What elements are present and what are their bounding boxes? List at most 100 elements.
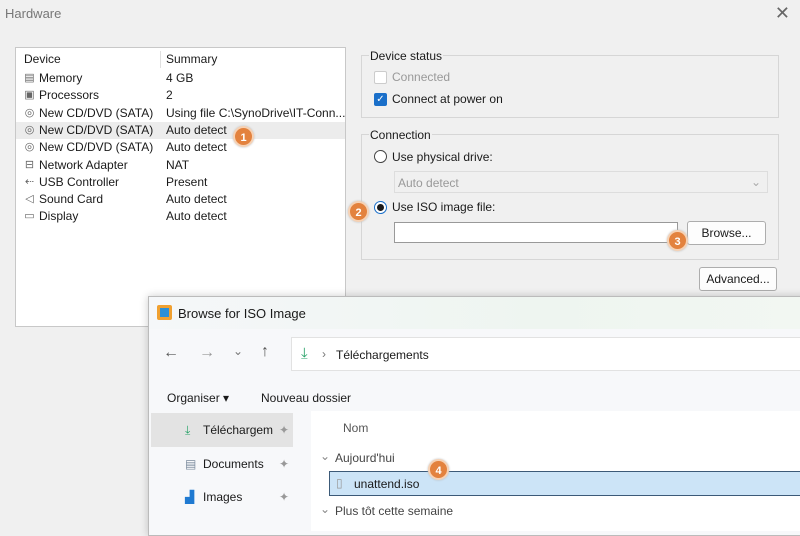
device-name: Sound Card — [39, 191, 103, 208]
speaker-icon: ◁ — [22, 193, 37, 206]
network-icon: ⊟ — [22, 159, 37, 172]
device-summary: 4 GB — [166, 70, 193, 87]
connected-label: Connected — [392, 70, 450, 84]
device-row[interactable]: ⊟Network Adapter NAT — [16, 157, 345, 174]
device-name: Display — [39, 208, 78, 225]
usb-icon: ⇠ — [22, 176, 37, 189]
new-folder-button[interactable]: Nouveau dossier — [261, 391, 351, 405]
cd-icon: ◎ — [22, 124, 37, 137]
window-title: Hardware — [5, 6, 61, 21]
step-badge-2: 2 — [348, 201, 369, 222]
device-summary: Using file C:\SynoDrive\IT-Conn... — [166, 105, 345, 122]
device-summary: Auto detect — [166, 122, 227, 139]
connect-at-power-on-checkbox[interactable]: ✓ — [374, 93, 387, 106]
device-row[interactable]: ◎New CD/DVD (SATA) Auto detect — [16, 122, 345, 139]
group-earlier-this-week[interactable]: Plus tôt cette semaine — [335, 504, 453, 518]
device-name: New CD/DVD (SATA) — [39, 105, 153, 122]
breadcrumb-separator: › — [322, 347, 326, 361]
file-list: Nom ⌄ Aujourd'hui ▯ unattend.iso ⌄ Plus … — [311, 411, 800, 531]
device-summary: NAT — [166, 157, 189, 174]
device-row[interactable]: ▤Memory 4 GB — [16, 70, 345, 87]
chevron-down-icon[interactable]: ⌄ — [320, 449, 330, 463]
header-device[interactable]: Device — [24, 51, 61, 68]
address-bar[interactable]: ⤓ › Téléchargements — [291, 337, 800, 371]
sidebar-item-images[interactable]: ▟ Images ✦ — [151, 480, 293, 514]
file-name: unattend.iso — [354, 477, 419, 491]
browse-iso-dialog: Browse for ISO Image ← → ⌄ ↑ ⤓ › Télécha… — [148, 296, 800, 536]
header-summary[interactable]: Summary — [166, 51, 217, 68]
connected-checkbox[interactable] — [374, 71, 387, 84]
step-badge-4: 4 — [428, 459, 449, 480]
device-summary: Auto detect — [166, 191, 227, 208]
iso-path-input[interactable] — [394, 222, 678, 243]
device-summary: 2 — [166, 87, 173, 104]
device-summary: Present — [166, 174, 207, 191]
display-icon: ▭ — [22, 210, 37, 223]
physical-drive-value: Auto detect — [398, 176, 459, 190]
sidebar-item-documents[interactable]: ▤Documents ✦ — [151, 447, 293, 481]
sidebar-item-telechargements[interactable]: ⤓ Téléchargem✦ — [151, 413, 293, 447]
device-name: Processors — [39, 87, 99, 104]
memory-icon: ▤ — [22, 72, 37, 85]
forward-icon[interactable]: → — [199, 344, 215, 362]
download-icon: ⤓ — [185, 413, 190, 447]
step-badge-3: 3 — [667, 230, 688, 251]
image-icon: ▟ — [185, 480, 194, 514]
dialog-title: Browse for ISO Image — [178, 306, 306, 321]
up-icon[interactable]: ↑ — [261, 343, 269, 361]
iso-file-radio[interactable] — [374, 201, 387, 214]
advanced-button[interactable]: Advanced... — [699, 267, 777, 291]
device-name: Network Adapter — [39, 157, 128, 174]
step-badge-1: 1 — [233, 126, 254, 147]
list-header: Device Summary — [16, 51, 345, 68]
device-row[interactable]: ◎New CD/DVD (SATA) Auto detect — [16, 139, 345, 156]
browse-button[interactable]: Browse... — [687, 221, 766, 245]
breadcrumb-telechargements[interactable]: Téléchargements — [336, 348, 429, 362]
processor-icon: ▣ — [22, 89, 37, 102]
device-summary: Auto detect — [166, 139, 227, 156]
column-header-name[interactable]: Nom — [343, 421, 368, 435]
file-icon: ▯ — [336, 476, 343, 490]
sidebar-label: Images — [203, 480, 242, 514]
sidebar-label: Documents — [203, 447, 264, 481]
physical-drive-select[interactable]: Auto detect ⌄ — [394, 171, 768, 193]
pin-icon[interactable]: ✦ — [279, 480, 289, 514]
cd-icon: ◎ — [22, 107, 37, 120]
device-row[interactable]: ◎New CD/DVD (SATA) Using file C:\SynoDriv… — [16, 105, 345, 122]
dialog-titlebar: Browse for ISO Image — [149, 297, 800, 329]
device-row[interactable]: ▭Display Auto detect — [16, 208, 345, 225]
device-row[interactable]: ⇠USB Controller Present — [16, 174, 345, 191]
physical-drive-radio[interactable] — [374, 150, 387, 163]
device-name: USB Controller — [39, 174, 119, 191]
nav-pane: ⤓ Téléchargem✦ ▤Documents ✦ ▟ Images ✦ — [151, 411, 293, 531]
iso-file-label: Use ISO image file: — [392, 200, 495, 214]
group-today[interactable]: Aujourd'hui — [335, 451, 395, 465]
connect-at-power-on-label: Connect at power on — [392, 92, 503, 106]
chevron-down-icon[interactable]: ⌄ — [320, 502, 330, 516]
device-name: New CD/DVD (SATA) — [39, 139, 153, 156]
file-row-unattend-iso[interactable]: ▯ unattend.iso — [329, 471, 800, 496]
device-list[interactable]: Device Summary ▤Memory4 GB▣Processors2◎N… — [15, 47, 346, 327]
column-divider[interactable] — [160, 51, 161, 68]
pin-icon[interactable]: ✦ — [279, 413, 289, 447]
download-icon: ⤓ — [301, 345, 308, 362]
vmware-icon — [157, 305, 172, 320]
organise-menu[interactable]: Organiser ▾ — [167, 391, 229, 405]
chevron-down-icon: ⌄ — [751, 175, 761, 189]
sidebar-label: Téléchargem — [203, 413, 273, 447]
connection-group: Connection Use physical drive: Auto dete… — [361, 134, 779, 260]
cd-icon: ◎ — [22, 141, 37, 154]
device-row[interactable]: ◁Sound Card Auto detect — [16, 191, 345, 208]
connection-label: Connection — [369, 128, 432, 142]
back-icon[interactable]: ← — [163, 344, 179, 362]
pin-icon[interactable]: ✦ — [279, 447, 289, 481]
device-status-group: Device status Connected ✓ Connect at pow… — [361, 55, 779, 118]
device-name: Memory — [39, 70, 82, 87]
device-row[interactable]: ▣Processors 2 — [16, 87, 345, 104]
device-name: New CD/DVD (SATA) — [39, 122, 153, 139]
document-icon: ▤ — [185, 447, 196, 481]
close-button[interactable]: ✕ — [775, 3, 790, 24]
device-status-label: Device status — [369, 49, 443, 63]
recent-chevron-icon[interactable]: ⌄ — [233, 344, 243, 358]
device-summary: Auto detect — [166, 208, 227, 225]
